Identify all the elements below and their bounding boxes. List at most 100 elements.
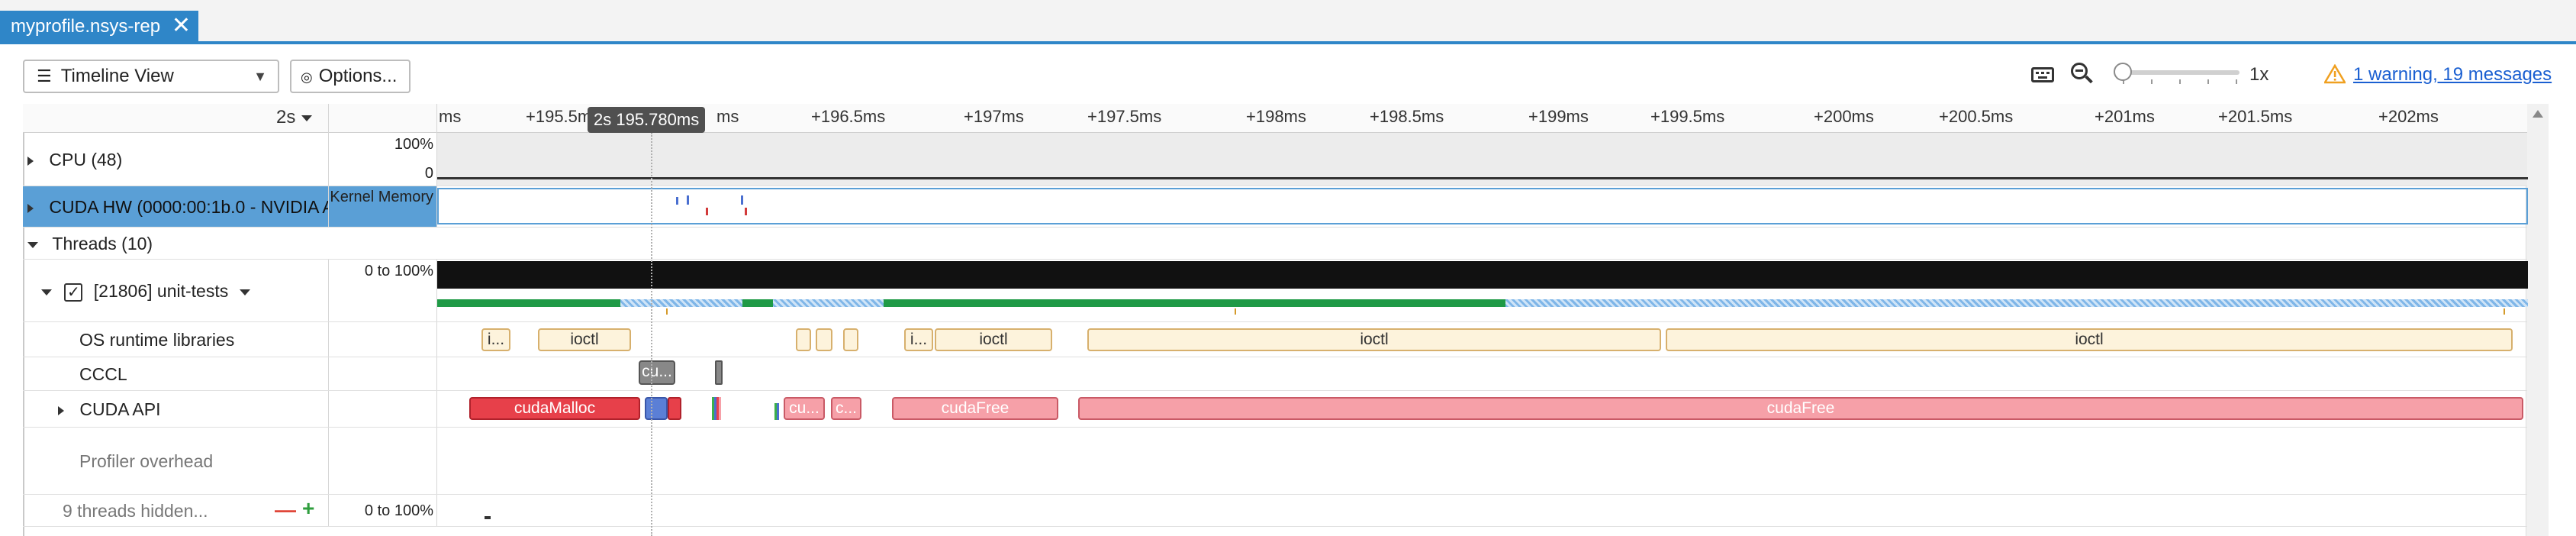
- cccl-range[interactable]: cu...: [639, 360, 675, 385]
- expand-threads-icon[interactable]: +: [302, 496, 314, 521]
- cuda-api-label: CUDA API: [79, 399, 161, 419]
- cuda-hw-track[interactable]: [436, 186, 2528, 227]
- cuda-api-call[interactable]: cudaMalloc: [469, 397, 640, 420]
- cuda-api-call[interactable]: cudaFree: [1078, 397, 2523, 420]
- os-runtime-call[interactable]: ioctl: [1087, 328, 1661, 351]
- cuda-api-call-cluster[interactable]: [774, 403, 779, 420]
- cuda-api-row-label[interactable]: CUDA API: [23, 391, 328, 427]
- threads-row-label[interactable]: Threads (10): [23, 228, 328, 259]
- ruler-tick: +201.5ms: [2218, 107, 2293, 126]
- ruler-ticks: ms +195.5ms ms +196.5ms +197ms +197.5ms …: [436, 104, 2527, 133]
- threads-row[interactable]: Threads (10): [23, 228, 2527, 260]
- os-runtime-call[interactable]: [816, 328, 832, 351]
- cpu-row[interactable]: CPU (48) 100% 0: [23, 133, 2528, 186]
- ruler-tick: +197.5ms: [1087, 107, 1162, 126]
- cuda-hw-row[interactable]: CUDA HW (0000:00:1b.0 - NVIDIA A Kernel …: [23, 186, 2528, 228]
- memory-tick: [706, 208, 708, 215]
- os-runtime-label: OS runtime libraries: [79, 330, 235, 350]
- collapse-threads-icon[interactable]: —: [275, 498, 296, 522]
- cpu-scale: 100% 0: [328, 133, 436, 186]
- profiler-overhead-scale: [328, 428, 436, 494]
- zoom-out-icon[interactable]: [2071, 63, 2093, 84]
- cccl-row[interactable]: CCCL cu...: [23, 357, 2527, 391]
- cursor-time-tooltip: 2s 195.780ms: [588, 107, 706, 133]
- cuda-api-call[interactable]: c...: [831, 397, 861, 420]
- cccl-scale: [328, 357, 436, 390]
- ruler-tick: +199ms: [1528, 107, 1589, 126]
- cuda-api-track[interactable]: cudaMalloc cu... c... cudaFree cudaFree: [436, 391, 2527, 427]
- expand-icon[interactable]: [27, 203, 34, 213]
- thread-event-mark: [2504, 308, 2505, 315]
- view-selector[interactable]: ☰ Timeline View ▼: [23, 60, 279, 93]
- scroll-up-icon[interactable]: [2533, 110, 2543, 118]
- cuda-api-call[interactable]: cudaFree: [892, 397, 1058, 420]
- ruler-tick: +200.5ms: [1939, 107, 2014, 126]
- threads-label: Threads (10): [52, 234, 153, 253]
- zoom-slider-thumb[interactable]: [2114, 63, 2132, 81]
- cuda-api-call-cluster[interactable]: [712, 397, 721, 420]
- thread-row[interactable]: ✓ [21806] unit-tests 0 to 100%: [23, 260, 2528, 322]
- ruler-ratio-selector[interactable]: 2s: [276, 107, 313, 128]
- hidden-threads-scale: 0 to 100%: [328, 495, 436, 526]
- os-runtime-call[interactable]: ioctl: [538, 328, 631, 351]
- os-runtime-call[interactable]: ioctl: [935, 328, 1052, 351]
- cuda-api-row[interactable]: CUDA API cudaMalloc cu... c... cudaFree …: [23, 391, 2527, 428]
- cpu-track[interactable]: [436, 133, 2528, 186]
- cuda-api-call[interactable]: [668, 397, 681, 420]
- expand-icon[interactable]: [27, 156, 34, 166]
- thread-running-segment: [437, 299, 620, 307]
- os-runtime-call[interactable]: ioctl: [1666, 328, 2513, 351]
- cccl-track[interactable]: cu...: [436, 357, 2527, 390]
- chevron-down-icon[interactable]: [239, 289, 250, 295]
- cpu-label: CPU (48): [49, 150, 123, 170]
- options-button-label: Options...: [318, 66, 398, 86]
- cpu-row-label[interactable]: CPU (48): [23, 133, 328, 186]
- profiler-overhead-label: Profiler overhead: [79, 451, 214, 471]
- thread-event-mark: [666, 308, 668, 315]
- collapse-icon[interactable]: [41, 289, 52, 295]
- thread-utilization-track[interactable]: [436, 260, 2528, 321]
- ruler-tick: +197ms: [964, 107, 1024, 126]
- thread-row-label[interactable]: ✓ [21806] unit-tests: [23, 260, 328, 321]
- hamburger-icon: ☰: [37, 66, 52, 86]
- cuda-api-call[interactable]: [645, 397, 668, 420]
- cuda-hw-row-label[interactable]: CUDA HW (0000:00:1b.0 - NVIDIA A: [23, 186, 328, 227]
- cccl-range[interactable]: [715, 360, 723, 385]
- tab-title: myprofile.nsys-rep: [11, 16, 161, 37]
- cuda-api-call[interactable]: cu...: [784, 397, 825, 420]
- options-button[interactable]: ◎ Options...: [290, 60, 411, 93]
- warnings-messages-link[interactable]: 1 warning, 19 messages: [2353, 64, 2552, 86]
- os-runtime-row[interactable]: OS runtime libraries i... ioctl i... ioc…: [23, 322, 2527, 357]
- cuda-hw-label: CUDA HW (0000:00:1b.0 - NVIDIA A: [49, 197, 328, 217]
- profiler-overhead-track[interactable]: [436, 428, 2527, 494]
- tab-myprofile[interactable]: myprofile.nsys-rep ✕: [0, 11, 198, 43]
- os-runtime-call[interactable]: [843, 328, 858, 351]
- kernel-tick: [676, 197, 678, 205]
- vertical-scrollbar[interactable]: [2526, 104, 2549, 536]
- profiler-overhead-row[interactable]: Profiler overhead: [23, 428, 2527, 495]
- ruler-tick: +200ms: [1814, 107, 1874, 126]
- cpu-scale-top: 100%: [394, 136, 433, 153]
- expand-icon[interactable]: [58, 405, 64, 415]
- hidden-threads-track[interactable]: [436, 495, 2527, 526]
- os-runtime-track[interactable]: i... ioctl i... ioctl ioctl ioctl: [436, 322, 2527, 357]
- collapse-icon[interactable]: [27, 241, 38, 248]
- kernel-tick: [741, 195, 743, 205]
- os-runtime-call[interactable]: [796, 328, 811, 351]
- thread-running-segment: [884, 299, 1505, 307]
- thread-checkbox[interactable]: ✓: [64, 283, 83, 302]
- zoom-slider-track[interactable]: [2121, 70, 2240, 75]
- ruler-tick: +201ms: [2095, 107, 2155, 126]
- close-icon[interactable]: ✕: [172, 11, 191, 41]
- keyboard-icon[interactable]: [2031, 67, 2054, 82]
- time-ruler[interactable]: 2s ms +195.5ms ms +196.5ms +197ms +197.5…: [23, 104, 2527, 133]
- os-runtime-call[interactable]: i...: [481, 328, 510, 351]
- ruler-tick: ms: [716, 107, 739, 126]
- os-runtime-call[interactable]: i...: [904, 328, 933, 351]
- cpu-scale-bottom: 0: [424, 165, 433, 182]
- ruler-tick: +202ms: [2378, 107, 2439, 126]
- eye-icon: ◎: [301, 69, 313, 85]
- hidden-threads-row[interactable]: 9 threads hidden... — + 0 to 100%: [23, 495, 2527, 527]
- kernel-tick: [687, 195, 689, 205]
- ruler-tick: +198.5ms: [1370, 107, 1444, 126]
